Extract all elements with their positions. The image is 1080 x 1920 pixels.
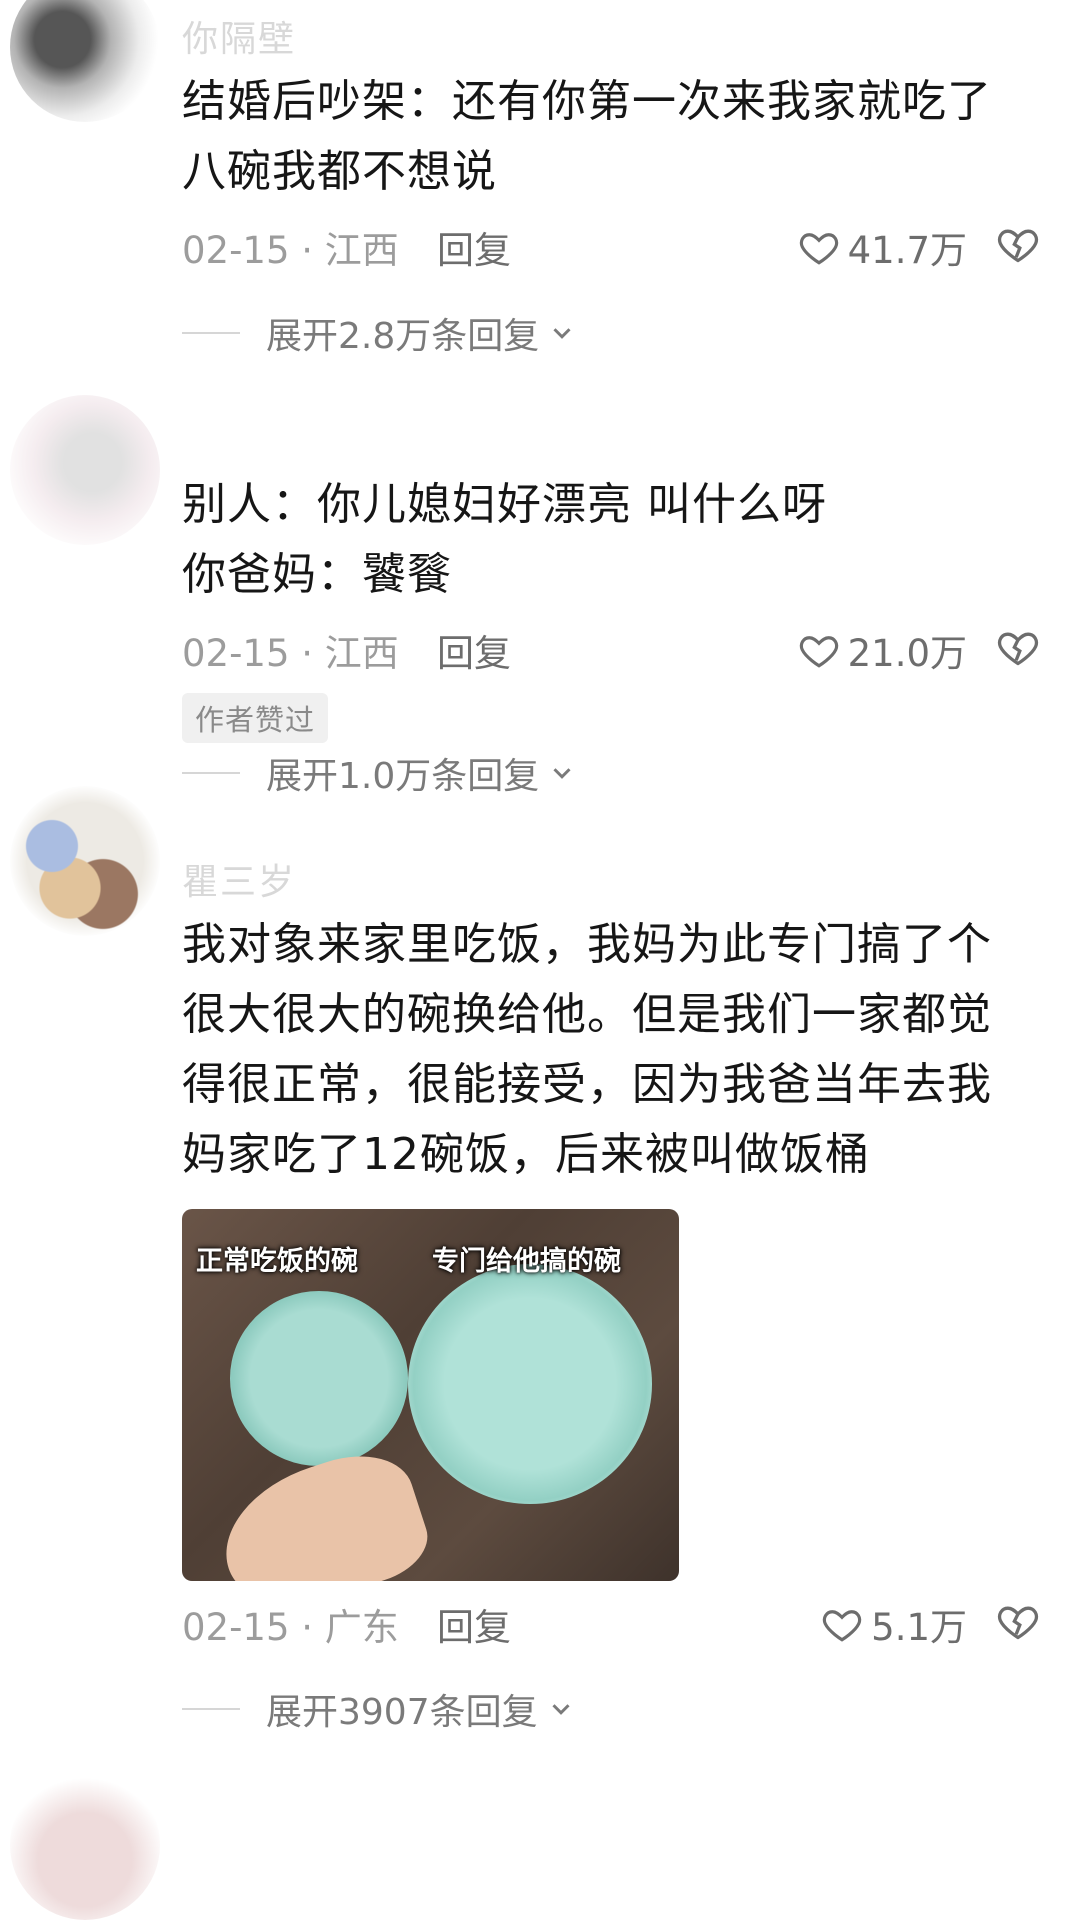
reply-button[interactable]: 回复 <box>437 623 511 677</box>
expand-label: 展开3907条回复 <box>266 1692 538 1733</box>
broken-heart-icon[interactable] <box>996 625 1040 669</box>
comment-meta: 02-15 · 江西 回复 21.0万 <box>182 623 1039 675</box>
broken-heart-icon[interactable] <box>996 1599 1040 1643</box>
heart-icon <box>799 636 838 668</box>
image-label-right: 专门给他搞的碗 <box>432 1246 621 1277</box>
small-bowl <box>230 1291 408 1466</box>
reply-button[interactable]: 回复 <box>437 220 511 274</box>
image-label-left: 正常吃饭的碗 <box>196 1246 358 1277</box>
expand-replies[interactable]: 展开2.8万条回复 <box>182 308 577 358</box>
username[interactable]: 瞿三岁 <box>182 853 296 905</box>
heart-icon <box>799 233 838 265</box>
comment-text: 我对象来家里吃饭，我妈为此专门搞了个很大很大的碗换给他。但是我们一家都觉得很正常… <box>182 919 992 1180</box>
author-liked-badge: 作者赞过 <box>182 693 329 743</box>
comment-meta: 02-15 · 江西 回复 41.7万 <box>182 220 1039 272</box>
date-location: 02-15 · 江西 <box>182 229 399 272</box>
chevron-down-icon <box>553 768 571 779</box>
date-location: 02-15 · 广东 <box>182 1606 399 1649</box>
divider <box>182 1708 240 1710</box>
expand-replies[interactable]: 展开3907条回复 <box>182 1684 576 1734</box>
divider <box>182 772 240 774</box>
expand-replies[interactable]: 展开1.0万条回复 <box>182 748 577 798</box>
avatar[interactable] <box>10 395 160 545</box>
like-count: 21.0万 <box>847 632 967 675</box>
comment-text: 结婚后吵架：还有你第一次来我家就吃了八碗我都不想说 <box>182 76 992 197</box>
chevron-down-icon <box>553 328 571 339</box>
chevron-down-icon <box>552 1704 570 1715</box>
like-button[interactable]: 5.1万 <box>821 1597 967 1651</box>
expand-label: 展开2.8万条回复 <box>266 316 540 357</box>
comment-text-line-1: 别人：你儿媳妇好漂亮 叫什么呀 <box>182 479 827 530</box>
avatar[interactable] <box>10 1770 160 1920</box>
reply-button[interactable]: 回复 <box>437 1597 511 1651</box>
big-bowl <box>408 1264 652 1504</box>
avatar[interactable] <box>10 786 160 936</box>
avatar[interactable] <box>10 0 160 122</box>
expand-label: 展开1.0万条回复 <box>266 756 540 797</box>
comment-image[interactable]: 正常吃饭的碗 专门给他搞的碗 <box>182 1209 679 1581</box>
like-button[interactable]: 41.7万 <box>798 220 967 274</box>
comment-meta: 02-15 · 广东 回复 5.1万 <box>182 1597 1039 1649</box>
broken-heart-icon[interactable] <box>996 222 1040 266</box>
heart-icon <box>823 1610 862 1642</box>
comment-text-line-2: 你爸妈：饕餮 <box>182 549 452 600</box>
username[interactable]: 你隔壁 <box>182 10 296 62</box>
divider <box>182 332 240 334</box>
like-count: 41.7万 <box>847 229 967 272</box>
date-location: 02-15 · 江西 <box>182 632 399 675</box>
like-count: 5.1万 <box>871 1606 967 1649</box>
like-button[interactable]: 21.0万 <box>798 623 967 677</box>
